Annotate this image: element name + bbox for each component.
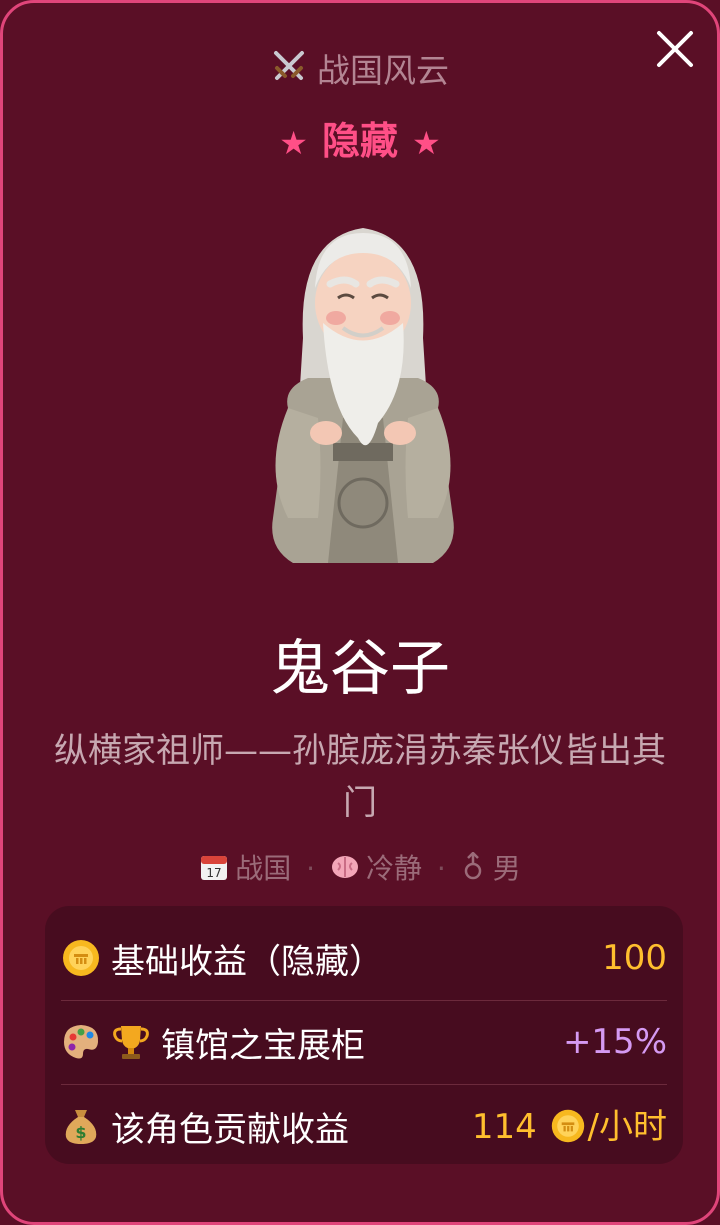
contribution-row: $ 该角色贡献收益 114 /小时 (61, 1084, 667, 1168)
svg-text:$: $ (75, 1123, 86, 1142)
rarity-heading: ★ 隐藏 ★ (3, 113, 717, 171)
star-icon: ★ (279, 124, 308, 162)
character-name: 鬼谷子 (270, 634, 450, 704)
character-description: 纵横家祖师——孙膑庞涓苏秦张仪皆出其门 (54, 731, 666, 823)
star-icon: ★ (412, 124, 441, 162)
base-income-row: 基础收益（隐藏） 100 (61, 916, 667, 1001)
character-portrait (248, 218, 478, 578)
income-panel: 基础收益（隐藏） 100 镇馆之宝展柜 +15% $ 该角色贡献收益 114 /… (45, 906, 683, 1164)
base-income-label: 基础收益（隐藏） (111, 941, 383, 982)
brain-icon (330, 850, 360, 896)
money-bag-icon: $ (61, 1106, 101, 1146)
era-heading: 战国风云 (3, 47, 717, 97)
tag-separator: · (436, 852, 446, 885)
crossed-swords-icon (271, 48, 307, 97)
character-tags: 17 战国 · 冷静 · 男 (3, 846, 717, 896)
tag-temperament: 冷静 (365, 852, 422, 885)
coin-icon (550, 1108, 586, 1153)
male-symbol-icon (461, 850, 487, 896)
tag-era: 战国 (235, 852, 292, 885)
contribution-amount: 114 (471, 1107, 537, 1147)
trophy-icon (111, 1022, 151, 1062)
palette-icon (61, 1022, 101, 1062)
calendar-icon: 17 (199, 850, 229, 896)
contribution-value: 114 /小时 (472, 1099, 667, 1153)
base-income-value: 100 (602, 938, 667, 978)
showcase-bonus-value: +15% (562, 1022, 667, 1062)
svg-text:17: 17 (207, 866, 222, 880)
tag-gender: 男 (492, 852, 521, 885)
rarity-label: 隐藏 (321, 119, 398, 163)
coin-icon (61, 938, 101, 978)
era-label: 战国风云 (317, 51, 449, 90)
contribution-unit: /小时 (587, 1107, 667, 1147)
showcase-row: 镇馆之宝展柜 +15% (61, 1000, 667, 1085)
showcase-label: 镇馆之宝展柜 (161, 1025, 365, 1066)
character-card: 战国风云 ★ 隐藏 ★ 鬼谷子 纵横家祖师——孙膑庞涓苏秦张仪皆出其门 17 战… (0, 0, 720, 1225)
tag-separator: · (306, 852, 316, 885)
contribution-label: 该角色贡献收益 (111, 1109, 349, 1150)
